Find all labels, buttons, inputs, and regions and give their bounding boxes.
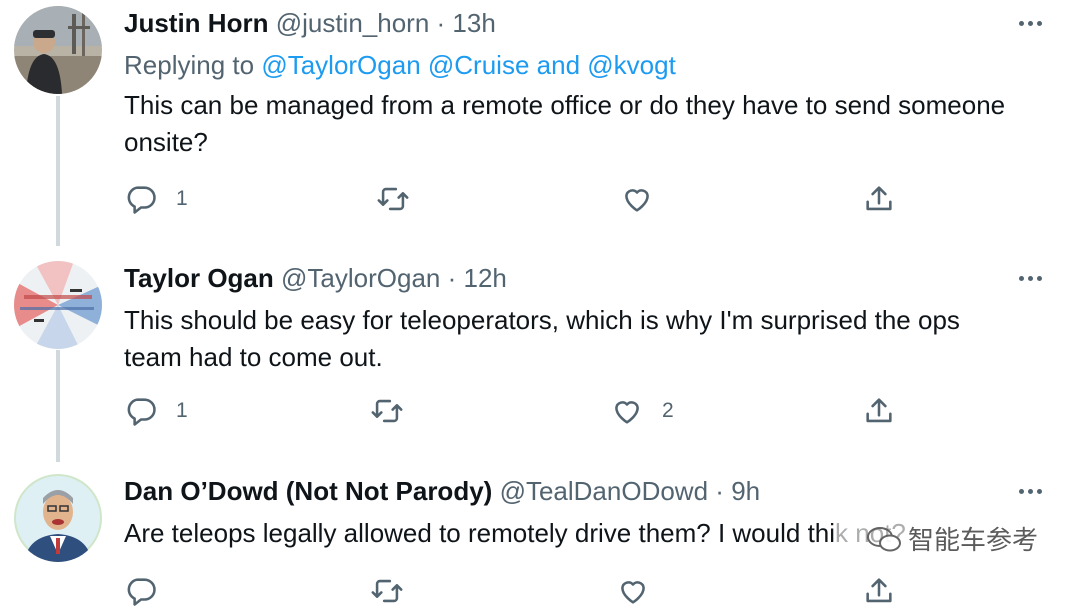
avatar[interactable]: [14, 261, 102, 349]
tweet-timestamp[interactable]: 12h: [464, 263, 507, 293]
like-button[interactable]: [620, 182, 672, 216]
more-dot: [1027, 275, 1033, 281]
more-horizontal-icon: [1018, 488, 1024, 494]
tweet-text: This can be managed from a remote office…: [124, 90, 1006, 157]
heart-icon: [621, 581, 645, 604]
reply-button[interactable]: 1: [124, 182, 188, 216]
more-horizontal-icon: [1018, 20, 1024, 26]
avatar[interactable]: [14, 6, 102, 94]
tweet-header: Taylor Ogan @TaylorOgan · 12h: [124, 261, 507, 295]
more-dot: [1036, 275, 1042, 281]
reply-count: 1: [176, 399, 188, 422]
mention-link[interactable]: @TaylorOgan @Cruise: [261, 50, 529, 80]
retweet-icon: [371, 399, 403, 423]
share-button[interactable]: [862, 394, 896, 428]
avatar-image: [14, 474, 102, 562]
tweet-timestamp[interactable]: 13h: [452, 8, 495, 38]
share-icon: [866, 398, 892, 423]
reply-icon: [127, 186, 156, 214]
tweet-header: Justin Horn @justin_horn · 13h: [124, 6, 496, 40]
author-handle[interactable]: @TaylorOgan: [281, 263, 440, 293]
share-button[interactable]: [862, 574, 896, 608]
reply-icon: [127, 578, 156, 606]
reply-button[interactable]: 1: [124, 394, 188, 428]
replying-to: Replying to @TaylorOgan @Cruise and @kvo…: [124, 48, 676, 82]
separator-dot: ·: [715, 476, 724, 506]
reply-button[interactable]: [124, 574, 158, 608]
tweet-actions: [124, 574, 924, 614]
like-count: 2: [662, 399, 674, 422]
separator-dot: ·: [436, 8, 446, 38]
tweet-actions: 1: [124, 182, 924, 222]
replying-to-label: Replying to: [124, 50, 255, 80]
more-dot: [1027, 20, 1033, 26]
more-options-button[interactable]: [1012, 6, 1048, 40]
tweet-timestamp[interactable]: 9h: [731, 476, 760, 506]
heart-icon: [625, 189, 649, 212]
author-handle[interactable]: @TealDanODowd: [500, 476, 708, 506]
mention-link[interactable]: @kvogt: [587, 50, 676, 80]
wechat-icon: [867, 526, 901, 551]
share-icon: [866, 186, 892, 211]
separator-dot: ·: [447, 263, 457, 293]
retweet-icon: [371, 579, 403, 603]
retweet-icon: [377, 187, 409, 211]
watermark: 智能车参考: [866, 520, 1038, 557]
more-horizontal-icon: [1018, 275, 1024, 281]
more-dot: [1036, 20, 1042, 26]
more-dot: [1036, 488, 1042, 494]
more-options-button[interactable]: [1012, 261, 1048, 295]
more-dot: [1027, 488, 1033, 494]
more-options-button[interactable]: [1012, 474, 1048, 508]
author-name[interactable]: Justin Horn: [124, 8, 268, 38]
retweet-button[interactable]: [370, 394, 422, 428]
reply-icon: [127, 398, 156, 426]
like-button[interactable]: 2: [610, 394, 674, 428]
share-button[interactable]: [862, 182, 896, 216]
avatar[interactable]: [14, 474, 102, 562]
watermark-text: 智能车参考: [908, 526, 1039, 556]
like-button[interactable]: [616, 574, 650, 608]
tweet[interactable]: Justin Horn @justin_horn · 13h Replying …: [0, 6, 1080, 241]
tweet-text: This should be easy for teleoperators, w…: [124, 305, 960, 372]
author-name[interactable]: Taylor Ogan: [124, 263, 274, 293]
share-icon: [866, 578, 892, 603]
replying-and: and: [536, 50, 581, 80]
reply-count: 1: [176, 187, 188, 210]
retweet-button[interactable]: [376, 182, 428, 216]
retweet-button[interactable]: [370, 574, 404, 608]
tweet[interactable]: Taylor Ogan @TaylorOgan · 12h This shoul…: [0, 261, 1080, 461]
author-name[interactable]: Dan O’Dowd (Not Not Parody): [124, 476, 492, 506]
avatar-image: [14, 6, 102, 94]
author-handle[interactable]: @justin_horn: [276, 8, 430, 38]
tweet-header: Dan O’Dowd (Not Not Parody) @TealDanODow…: [124, 474, 760, 508]
heart-icon: [615, 401, 639, 424]
tweet-actions: 1 2: [124, 394, 924, 434]
tweet-text-visible: Are teleops legally allowed to remotely …: [124, 518, 836, 548]
avatar-image: [14, 261, 102, 349]
